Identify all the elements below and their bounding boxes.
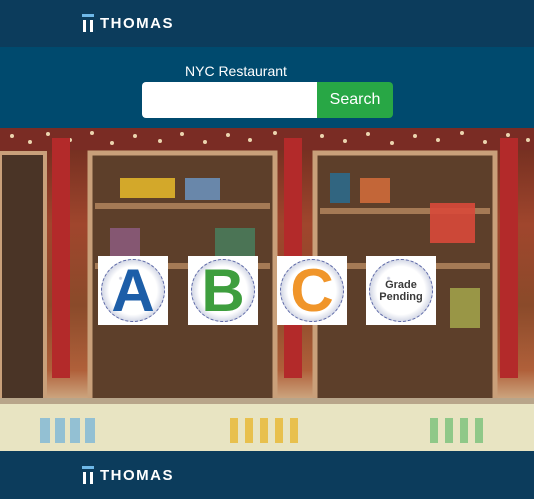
brand-name: THOMAS <box>100 14 174 32</box>
grade-pending-card[interactable]: Grade Pending <box>366 256 436 325</box>
top-navbar: THOMAS <box>0 0 534 47</box>
footer-brand-name: THOMAS <box>100 466 174 484</box>
search-label: NYC Restaurant <box>185 63 287 79</box>
grade-pending-label: Grade Pending <box>366 256 436 325</box>
search-section: NYC Restaurant Search <box>0 47 534 128</box>
restaurant-search-input[interactable] <box>142 82 318 118</box>
grade-a-card[interactable]: A <box>98 256 168 325</box>
brand-logo[interactable]: THOMAS <box>82 13 174 33</box>
grade-b-letter: B <box>201 256 245 324</box>
grade-c-letter: C <box>290 256 334 324</box>
grade-a-letter: A <box>111 256 155 324</box>
grade-pending-line1: Grade <box>385 278 417 291</box>
grade-cards: A B C Grade Pending <box>98 256 438 326</box>
footer: THOMAS <box>0 451 534 499</box>
search-button[interactable]: Search <box>317 82 393 118</box>
footer-brand-logo[interactable]: THOMAS <box>82 465 174 485</box>
grade-b-card[interactable]: B <box>188 256 258 325</box>
thomas-logo-icon <box>82 466 94 484</box>
grade-pending-line2: Pending <box>379 290 423 303</box>
grade-c-card[interactable]: C <box>277 256 347 325</box>
thomas-logo-icon <box>82 14 94 32</box>
